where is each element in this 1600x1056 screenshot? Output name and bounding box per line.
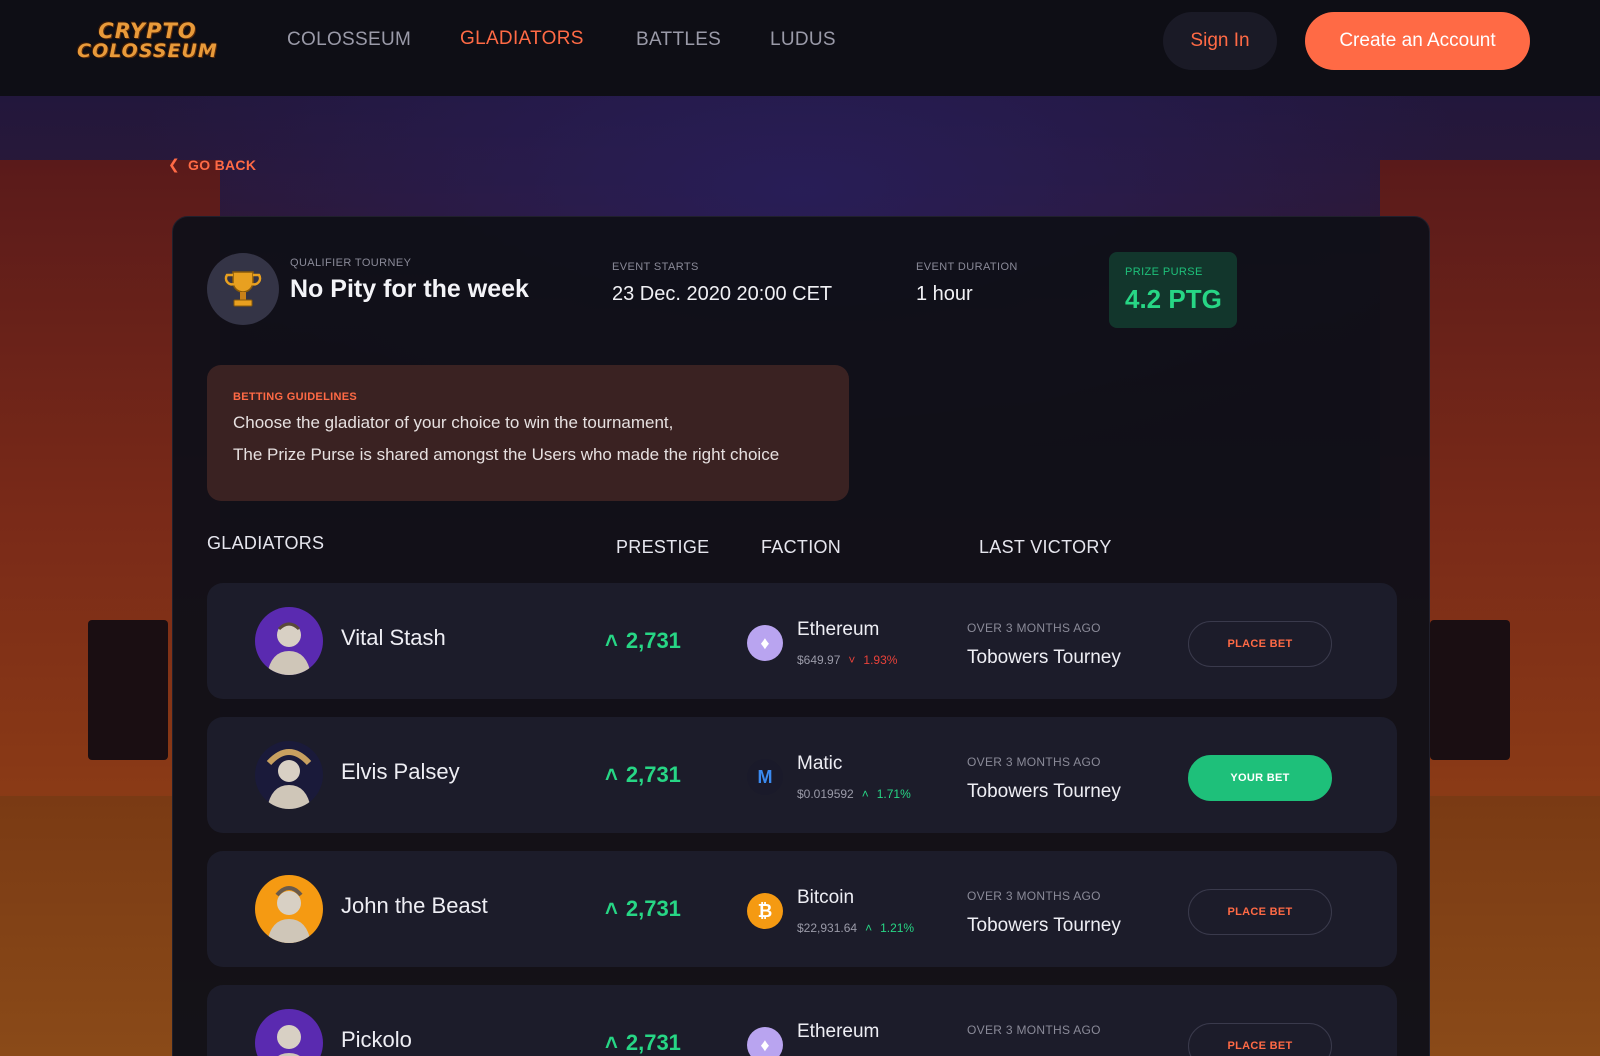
nav-gladiators[interactable]: GLADIATORS [460,28,584,50]
your-bet-button[interactable]: YOUR BET [1188,755,1332,801]
prestige-value: ˄ 2,731 [605,896,681,921]
trophy-icon [207,253,279,325]
prestige-value: ˄ 2,731 [605,1030,681,1055]
faction-price: $0.019592 ˄ 1.71% [797,787,911,801]
last-victory-time: OVER 3 MONTHS AGO [967,755,1101,769]
gladiator-avatar [255,1009,323,1056]
event-duration-value: 1 hour [916,283,973,305]
event-starts-value: 23 Dec. 2020 20:00 CET [612,283,833,305]
last-victory-time: OVER 3 MONTHS AGO [967,1023,1101,1037]
prize-purse-value: 4.2 PTG [1125,284,1222,314]
prize-purse-label: PRIZE PURSE [1125,266,1203,278]
matic-icon: M [747,759,783,795]
gladiator-name: Pickolo [341,1027,412,1052]
betting-guidelines-label: BETTING GUIDELINES [233,391,357,403]
gladiator-name: John the Beast [341,893,488,918]
column-header-gladiators: GLADIATORS [207,533,325,553]
go-back-link[interactable]: ❮ GO BACK [168,156,256,173]
create-account-button[interactable]: Create an Account [1305,12,1530,70]
faction-price: $22,931.64 ˄ 1.21% [797,921,915,935]
table-row: John the Beast ˄ 2,731 ₿ Bitcoin $22,931.… [207,851,1397,967]
column-header-prestige: PRESTIGE [616,537,710,557]
arrow-up-icon: ˄ [865,921,873,935]
sign-in-button[interactable]: Sign In [1163,12,1277,70]
crypto-colosseum-logo[interactable]: CRYPTO COLOSSEUM [77,10,217,72]
prestige-value: ˄ 2,731 [605,628,681,653]
column-header-faction: FACTION [761,537,842,557]
arena-arch [88,620,168,760]
last-victory-time: OVER 3 MONTHS AGO [967,889,1101,903]
gladiator-avatar [255,875,323,943]
gladiator-name: Vital Stash [341,625,446,650]
prestige-value: ˄ 2,731 [605,762,681,787]
gladiator-avatar [255,607,323,675]
event-title: No Pity for the week [290,275,529,303]
nav-ludus[interactable]: LUDUS [770,29,836,51]
event-type-label: QUALIFIER TOURNEY [290,257,412,269]
last-victory-event: Tobowers Tourney [967,781,1121,802]
last-victory-event: Tobowers Tourney [967,915,1121,936]
table-row: Vital Stash ˄ 2,731 ♦ Ethereum $649.97 ˅ … [207,583,1397,699]
arrow-up-icon: ˄ [605,628,618,653]
arrow-down-icon: ˅ [848,653,856,667]
arrow-up-icon: ˄ [605,896,618,921]
column-header-last-victory: LAST VICTORY [979,537,1112,557]
faction-name: Matic [797,753,843,774]
gladiator-avatar [255,741,323,809]
faction-name: Ethereum [797,1021,880,1042]
ethereum-icon: ♦ [747,625,783,661]
arena-arch [1430,620,1510,760]
place-bet-button[interactable]: PLACE BET [1188,889,1332,935]
prize-purse-badge: PRIZE PURSE 4.2 PTG [1109,252,1237,328]
go-back-label: GO BACK [188,156,257,173]
tourney-panel: QUALIFIER TOURNEY No Pity for the week E… [172,216,1430,1056]
event-duration-label: EVENT DURATION [916,261,1018,273]
faction-name: Ethereum [797,619,880,640]
place-bet-button[interactable]: PLACE BET [1188,1023,1332,1056]
table-row: Pickolo ˄ 2,731 ♦ Ethereum OVER 3 MONTHS … [207,985,1397,1056]
faction-name: Bitcoin [797,887,855,908]
bitcoin-icon: ₿ [747,893,783,929]
event-starts-label: EVENT STARTS [612,261,699,273]
last-victory-event: Tobowers Tourney [967,647,1121,668]
betting-guidelines-box: BETTING GUIDELINES Choose the gladiator … [207,365,849,501]
table-row: Elvis Palsey ˄ 2,731 M Matic $0.019592 ˄ … [207,717,1397,833]
top-navbar: CRYPTO COLOSSEUM COLOSSEUM GLADIATORS BA… [0,0,1600,96]
last-victory-time: OVER 3 MONTHS AGO [967,621,1101,635]
nav-colosseum[interactable]: COLOSSEUM [287,29,411,51]
gladiator-name: Elvis Palsey [341,759,460,784]
arrow-up-icon: ˄ [605,762,618,787]
guideline-line-1: Choose the gladiator of your choice to w… [233,413,674,432]
chevron-left-icon: ❮ [168,156,181,172]
faction-price: $649.97 ˅ 1.93% [797,653,898,667]
arrow-up-icon: ˄ [861,787,869,801]
guideline-line-2: The Prize Purse is shared amongst the Us… [233,445,780,464]
ethereum-icon: ♦ [747,1027,783,1056]
nav-battles[interactable]: BATTLES [636,29,721,51]
arrow-up-icon: ˄ [605,1030,618,1055]
place-bet-button[interactable]: PLACE BET [1188,621,1332,667]
